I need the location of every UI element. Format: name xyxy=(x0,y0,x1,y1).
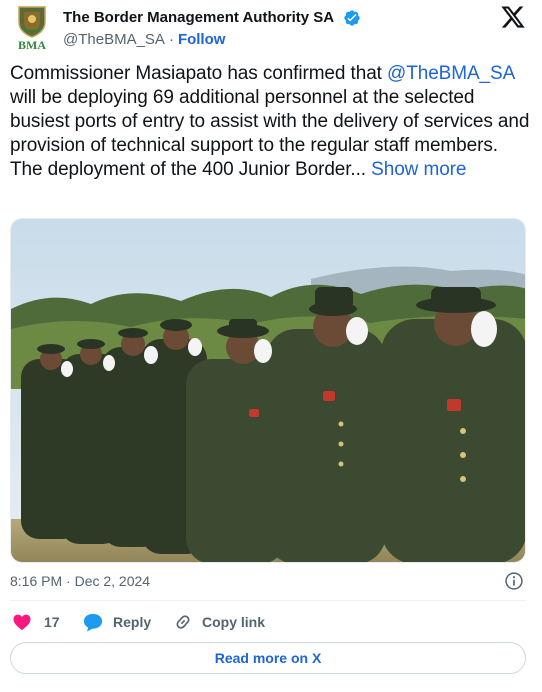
verified-badge-icon xyxy=(344,10,360,26)
like-count: 17 xyxy=(44,614,60,630)
tweet-header: BMA The Border Management Authority SA @… xyxy=(10,4,532,54)
read-more-button[interactable]: Read more on X xyxy=(10,642,526,674)
like-button[interactable]: 17 xyxy=(12,610,60,634)
link-icon xyxy=(176,615,190,629)
action-bar: 17 Reply Copy link xyxy=(10,610,526,636)
avatar[interactable]: BMA xyxy=(10,4,54,52)
author-handle[interactable]: @TheBMA_SA xyxy=(63,31,165,48)
tweet-timestamp[interactable]: 8:16 PM · Dec 2, 2024 xyxy=(10,573,150,589)
tweet-text: Commissioner Masiapato has confirmed tha… xyxy=(10,62,532,182)
x-logo-icon[interactable] xyxy=(500,4,526,30)
handle-row: @TheBMA_SA · Follow xyxy=(63,31,225,48)
tweet-photo[interactable] xyxy=(10,218,526,563)
tweet-embed-card: BMA The Border Management Authority SA @… xyxy=(0,0,542,692)
saluting-officers-image xyxy=(11,219,525,562)
bma-crest-logo: BMA xyxy=(18,6,46,52)
mention-link[interactable]: @TheBMA_SA xyxy=(387,63,514,84)
info-icon[interactable] xyxy=(504,571,524,591)
speech-bubble-icon xyxy=(83,613,103,632)
reply-label: Reply xyxy=(113,614,152,630)
reply-button[interactable]: Reply xyxy=(82,610,151,634)
copy-link-label: Copy link xyxy=(202,614,266,630)
copy-link-button[interactable]: Copy link xyxy=(173,610,265,634)
avatar-monogram: BMA xyxy=(18,38,46,52)
author-name[interactable]: The Border Management Authority SA xyxy=(63,9,334,26)
separator-dot: · xyxy=(168,31,174,48)
follow-button[interactable]: Follow xyxy=(178,31,226,48)
heart-icon xyxy=(13,614,31,630)
tweet-text-intro: Commissioner Masiapato has confirmed tha… xyxy=(10,63,388,84)
divider xyxy=(10,600,526,601)
show-more-link[interactable]: Show more xyxy=(371,159,466,180)
